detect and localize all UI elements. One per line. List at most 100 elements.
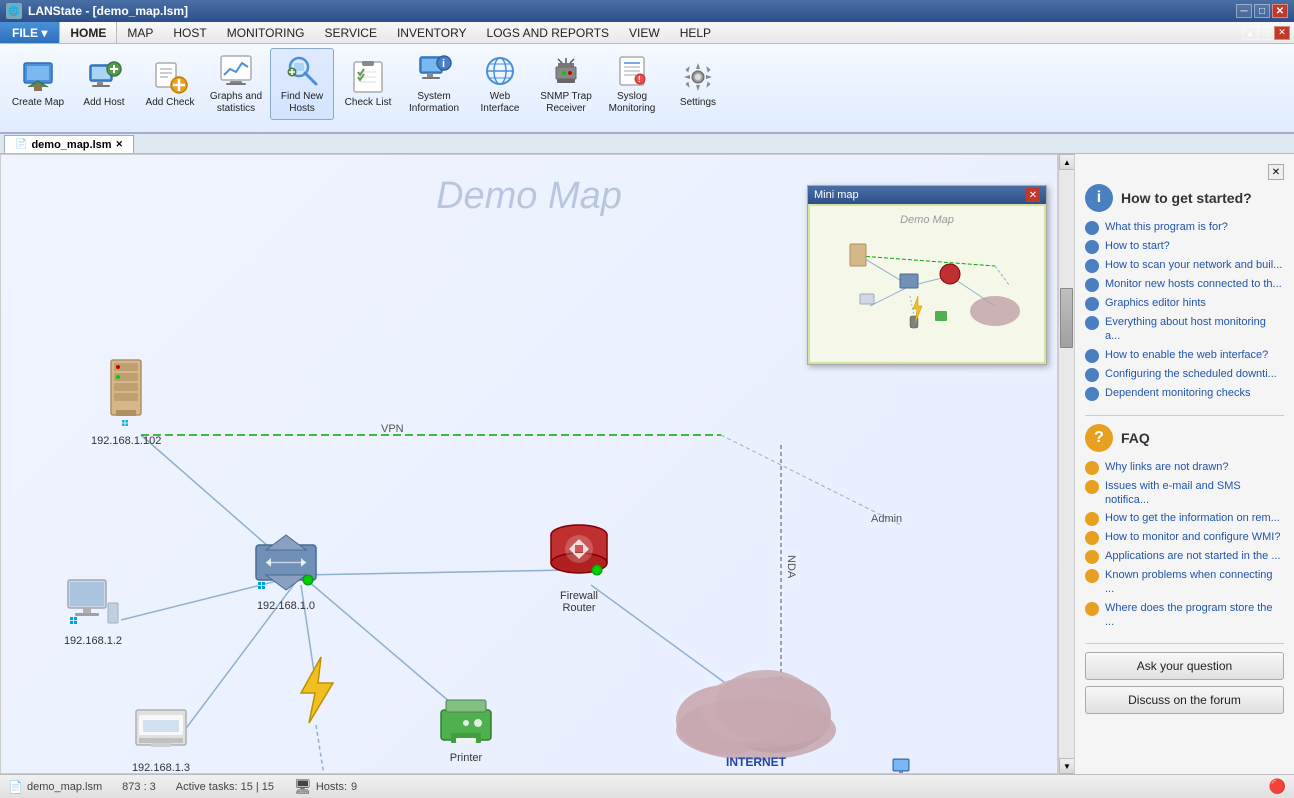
menu-logs[interactable]: LOGS AND REPORTS <box>477 22 619 43</box>
map-canvas[interactable]: Demo Map VPN <box>0 154 1058 774</box>
server-label: 192.168.1.102 <box>91 435 161 447</box>
pc3-label: 192.168.1.3 <box>132 762 190 774</box>
map-title: Demo Map <box>436 175 622 218</box>
add-check-button[interactable]: Add Check <box>138 48 202 120</box>
find-hosts-button[interactable]: Find New Hosts <box>270 48 334 120</box>
faq-link-icon-1 <box>1085 461 1099 475</box>
faq-link-2[interactable]: Issues with e-mail and SMS notifica... <box>1085 479 1284 508</box>
menu-host[interactable]: HOST <box>163 22 216 43</box>
node-printer[interactable]: Printer <box>436 695 496 764</box>
status-tab-icon: 📄 <box>8 780 23 794</box>
map-scrollbar[interactable]: ▲ ▼ <box>1058 154 1074 774</box>
faq-link-5[interactable]: Applications are not started in the ... <box>1085 549 1284 564</box>
node-pc1[interactable]: 192.168.1.2 <box>63 575 123 647</box>
link-dependent[interactable]: Dependent monitoring checks <box>1085 386 1284 401</box>
title-bar: 🌐 LANState - [demo_map.lsm] ─ □ ✕ <box>0 0 1294 22</box>
syslog-icon: ! <box>614 53 650 89</box>
mini-map-close-button[interactable]: ✕ <box>1026 188 1040 202</box>
link-host-monitoring[interactable]: Everything about host monitoring a... <box>1085 315 1284 344</box>
settings-button[interactable]: Settings <box>666 48 730 120</box>
web-interface-label: Web Interface <box>471 91 529 115</box>
node-internet[interactable]: INTERNET <box>666 665 846 769</box>
link-icon-9 <box>1085 387 1099 401</box>
ribbon-minimize-button[interactable]: ▲ <box>1242 26 1258 40</box>
maximize-button[interactable]: □ <box>1254 4 1270 18</box>
check-list-button[interactable]: Check List <box>336 48 400 120</box>
settings-icon <box>680 59 716 95</box>
web-interface-button[interactable]: Web Interface <box>468 48 532 120</box>
faq-link-icon-3 <box>1085 512 1099 526</box>
link-what-for[interactable]: What this program is for? <box>1085 220 1284 235</box>
scroll-up-button[interactable]: ▲ <box>1059 154 1075 170</box>
close-button[interactable]: ✕ <box>1272 4 1288 18</box>
mini-map: Mini map ✕ Demo Map <box>807 185 1047 365</box>
active-tasks-label: Active tasks: 15 | 15 <box>176 781 274 793</box>
snmp-button[interactable]: SNMP Trap Receiver <box>534 48 598 120</box>
status-hosts: 🖥 Hosts: 9 <box>294 778 357 795</box>
nda-label: NDA <box>785 555 797 578</box>
main-area: Demo Map VPN <box>0 154 1294 774</box>
ask-question-button[interactable]: Ask your question <box>1085 652 1284 680</box>
status-active-tasks: Active tasks: 15 | 15 <box>176 781 274 793</box>
scroll-thumb[interactable] <box>1060 288 1073 348</box>
menu-inventory[interactable]: INVENTORY <box>387 22 477 43</box>
link-monitor-hosts[interactable]: Monitor new hosts connected to th... <box>1085 277 1284 292</box>
printer-label: Printer <box>450 752 482 764</box>
panel-divider-1 <box>1085 415 1284 416</box>
map-tab[interactable]: 📄 demo_map.lsm ✕ <box>4 135 134 153</box>
menu-view[interactable]: VIEW <box>619 22 670 43</box>
map-tab-close[interactable]: ✕ <box>116 139 124 150</box>
node-extra-icon[interactable] <box>891 755 915 774</box>
faq-link-7[interactable]: Where does the program store the ... <box>1085 601 1284 630</box>
panel-close-button[interactable]: ✕ <box>1268 164 1284 180</box>
node-firewall[interactable]: FirewallRouter <box>539 515 619 614</box>
node-router[interactable]: 192.168.1.0 <box>246 530 326 612</box>
link-web-interface[interactable]: How to enable the web interface? <box>1085 348 1284 363</box>
sys-info-button[interactable]: i System Information <box>402 48 466 120</box>
faq-links: Why links are not drawn? Issues with e-m… <box>1085 460 1284 630</box>
getting-started-header: i How to get started? <box>1085 184 1284 212</box>
menu-help[interactable]: HELP <box>670 22 721 43</box>
internet-label: INTERNET <box>726 755 786 769</box>
coordinates-value: 873 : 3 <box>122 781 156 793</box>
mini-map-content[interactable]: Demo Map <box>808 204 1046 364</box>
menu-monitoring[interactable]: MONITORING <box>217 22 315 43</box>
faq-link-4[interactable]: How to monitor and configure WMI? <box>1085 530 1284 545</box>
create-map-button[interactable]: Create Map <box>6 48 70 120</box>
node-server[interactable]: 192.168.1.102 <box>91 355 161 447</box>
menu-service[interactable]: SERVICE <box>315 22 387 43</box>
sys-info-icon: i <box>416 53 452 89</box>
faq-link-3[interactable]: How to get the information on rem... <box>1085 511 1284 526</box>
menu-home[interactable]: HOME <box>59 22 117 43</box>
node-pc3[interactable]: 192.168.1.3 <box>131 700 191 774</box>
pc1-label: 192.168.1.2 <box>64 635 122 647</box>
syslog-button[interactable]: ! Syslog Monitoring <box>600 48 664 120</box>
graphs-button[interactable]: Graphs and statistics <box>204 48 268 120</box>
find-hosts-icon <box>284 53 320 89</box>
link-scheduled[interactable]: Configuring the scheduled downti... <box>1085 367 1284 382</box>
ribbon-restore-button[interactable]: □ <box>1258 26 1274 40</box>
link-scan-network[interactable]: How to scan your network and buil... <box>1085 258 1284 273</box>
menu-map[interactable]: MAP <box>117 22 163 43</box>
faq-link-1[interactable]: Why links are not drawn? <box>1085 460 1284 475</box>
settings-label: Settings <box>680 97 716 109</box>
link-graphics-hints[interactable]: Graphics editor hints <box>1085 296 1284 311</box>
discuss-forum-button[interactable]: Discuss on the forum <box>1085 686 1284 714</box>
scroll-down-button[interactable]: ▼ <box>1059 758 1075 774</box>
snmp-label: SNMP Trap Receiver <box>537 91 595 115</box>
faq-link-6[interactable]: Known problems when connecting ... <box>1085 568 1284 597</box>
minimize-button[interactable]: ─ <box>1236 4 1252 18</box>
scroll-track <box>1059 170 1074 758</box>
create-map-icon <box>20 59 56 95</box>
hosts-count: 9 <box>351 781 357 793</box>
svg-text:i: i <box>442 58 445 70</box>
ribbon-close-button[interactable]: ✕ <box>1274 26 1290 40</box>
link-how-start[interactable]: How to start? <box>1085 239 1284 254</box>
add-host-label: Add Host <box>83 97 124 109</box>
add-host-button[interactable]: Add Host <box>72 48 136 120</box>
router-label: 192.168.1.0 <box>257 600 315 612</box>
menu-file[interactable]: FILE ▾ <box>0 22 59 43</box>
firewall-label: FirewallRouter <box>560 590 598 614</box>
add-host-icon <box>86 59 122 95</box>
create-map-label: Create Map <box>12 97 64 109</box>
